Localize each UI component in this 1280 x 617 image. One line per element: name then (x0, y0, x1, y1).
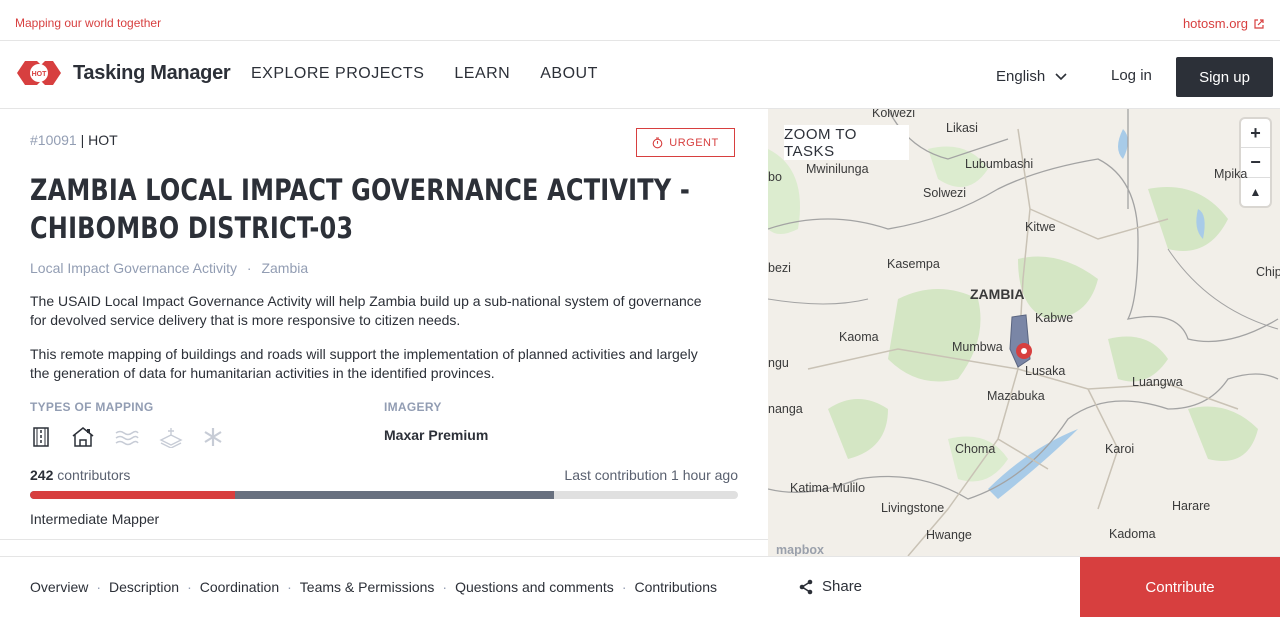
logo-text: Tasking Manager (73, 61, 231, 84)
tab-coordination[interactable]: Coordination (200, 579, 279, 595)
divider (0, 539, 768, 540)
place-label: ngu (768, 356, 789, 370)
place-label: Kasempa (887, 257, 940, 271)
place-label: Lusaka (1025, 364, 1066, 378)
place-label: Kolwezi (872, 109, 916, 120)
last-contribution: Last contribution 1 hour ago (564, 467, 738, 483)
nav-explore-projects[interactable]: EXPLORE PROJECTS (251, 65, 424, 83)
place-label: Mpika (1214, 167, 1248, 181)
hotosm-link[interactable]: hotosm.org (1183, 16, 1264, 31)
place-label: Kadoma (1109, 527, 1156, 541)
hot-logo-icon: HOT (17, 61, 61, 85)
project-title: ZAMBIA LOCAL IMPACT GOVERNANCE ACTIVITY … (30, 173, 691, 245)
place-label: Likasi (946, 121, 978, 135)
share-icon (799, 579, 813, 594)
nav-learn[interactable]: LEARN (454, 65, 510, 83)
zoom-to-tasks-button[interactable]: ZOOM TO TASKS (784, 125, 909, 160)
project-id: #10091 | HOT (30, 132, 118, 148)
bottom-bar: Overview · Description · Coordination · Tea… (0, 556, 1280, 617)
chevron-down-icon (1055, 72, 1067, 80)
tab-teams-permissions[interactable]: Teams & Permissions (300, 579, 435, 595)
roads-icon (33, 427, 49, 447)
signup-button[interactable]: Sign up (1176, 57, 1273, 97)
mapped-progress (30, 491, 236, 499)
section-tabs: Overview · Description · Coordination · Tea… (30, 579, 717, 595)
place-label: Mazabuka (987, 389, 1045, 403)
country-label: ZAMBIA (970, 286, 1025, 302)
campaign-link[interactable]: Local Impact Governance Activity (30, 260, 237, 276)
mapper-level: Intermediate Mapper (30, 511, 160, 527)
tab-contributions[interactable]: Contributions (634, 579, 717, 595)
place-label: Kitwe (1025, 220, 1056, 234)
country-link[interactable]: Zambia (261, 260, 308, 276)
place-label: Choma (955, 442, 996, 456)
tagline: Mapping our world together (15, 16, 162, 30)
place-label: bezi (768, 261, 791, 275)
place-label: Luangwa (1132, 375, 1183, 389)
language-selector[interactable]: English (996, 68, 1067, 85)
nav-links: EXPLORE PROJECTS LEARN ABOUT (251, 65, 598, 83)
organisation: | HOT (80, 132, 118, 148)
place-label: Chip (1256, 265, 1280, 279)
place-label: bo (768, 170, 782, 184)
short-description-2: This remote mapping of buildings and roa… (30, 346, 698, 381)
priority-badge: URGENT (636, 128, 735, 157)
waterways-icon (115, 430, 139, 446)
mapping-types (30, 426, 224, 448)
zoom-in-button[interactable]: + (1241, 119, 1270, 149)
place-label: nanga (768, 402, 803, 416)
place-label: Karoi (1105, 442, 1135, 456)
project-details: #10091 | HOT URGENT ZAMBIA LOCAL IMPACT … (0, 109, 768, 556)
place-label: Kaoma (839, 330, 879, 344)
buildings-icon (72, 427, 94, 447)
campaign-separator: · (246, 260, 252, 276)
place-label: Hwange (926, 528, 972, 542)
place-label: Mwinilunga (806, 162, 869, 176)
place-label: Lubumbashi (965, 157, 1034, 171)
mapbox-attribution[interactable]: mapbox (776, 543, 824, 556)
login-button[interactable]: Log in (1111, 67, 1152, 84)
svg-text:HOT: HOT (32, 71, 48, 78)
map-controls: + − ▲ (1241, 119, 1270, 206)
nav-about[interactable]: ABOUT (540, 65, 598, 83)
place-label: Livingstone (881, 501, 945, 515)
other-mapping-icon (204, 428, 222, 446)
place-label: Kabwe (1035, 311, 1074, 325)
place-label: Solwezi (923, 186, 967, 200)
share-button[interactable]: Share (798, 578, 862, 595)
place-label: Mumbwa (952, 340, 1003, 354)
main-navbar: HOT Tasking Manager EXPLORE PROJECTS LEA… (0, 41, 1280, 109)
place-label: Harare (1172, 499, 1211, 513)
compass-button[interactable]: ▲ (1241, 178, 1270, 206)
types-of-mapping-label: TYPES OF MAPPING (30, 400, 154, 414)
stopwatch-icon (652, 136, 663, 148)
logo[interactable]: HOT Tasking Manager (15, 57, 231, 89)
short-description-1: The USAID Local Impact Governance Activi… (30, 293, 702, 328)
campaign-line: Local Impact Governance Activity · Zambi… (30, 260, 308, 276)
top-bar: Mapping our world together hotosm.org (0, 0, 1280, 41)
project-progress-bar (30, 491, 738, 499)
external-link-icon (1254, 18, 1264, 29)
imagery-value: Maxar Premium (384, 427, 489, 443)
contributors-count[interactable]: 242 contributors (30, 467, 130, 483)
tab-overview[interactable]: Overview (30, 579, 88, 595)
tab-description[interactable]: Description (109, 579, 179, 595)
project-number[interactable]: #10091 (30, 132, 77, 148)
place-label: Katima Mulilo (790, 481, 866, 495)
imagery-label: IMAGERY (384, 400, 442, 414)
project-map[interactable]: ZOOM TO TASKS + − ▲ Kolwezi Likasi Lubum… (768, 109, 1280, 556)
landuse-icon (159, 428, 183, 448)
tab-questions-comments[interactable]: Questions and comments (455, 579, 614, 595)
contribute-button[interactable]: Contribute (1080, 557, 1280, 617)
